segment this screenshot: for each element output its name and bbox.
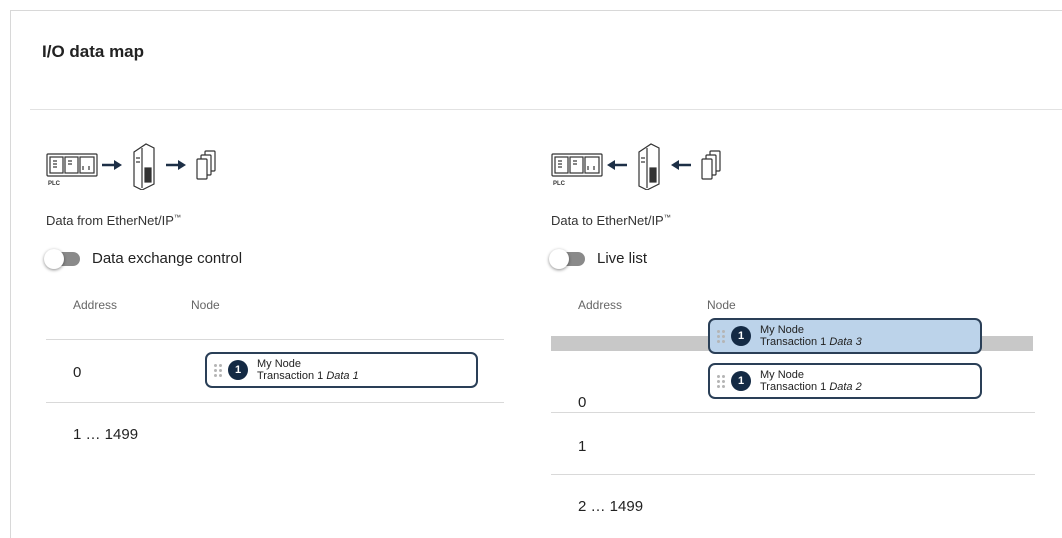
toggle-knob xyxy=(44,248,64,269)
dragging-node-chip[interactable]: 1 My Node Transaction 1 Data 3 xyxy=(708,318,982,354)
drag-handle-icon[interactable] xyxy=(717,329,725,343)
node-name: My Node xyxy=(760,324,805,336)
transaction-label: Transaction 1 xyxy=(760,336,827,348)
live-list-label: Live list xyxy=(597,250,648,267)
data-exchange-control-toggle[interactable] xyxy=(44,248,80,269)
io-data-map-panel xyxy=(10,10,1062,538)
node-badge: 1 xyxy=(228,360,248,380)
svg-text:PLC: PLC xyxy=(553,181,566,187)
node-badge: 1 xyxy=(731,326,751,346)
data-flow-from-diagram: PLC xyxy=(46,143,216,190)
drag-handle-icon[interactable] xyxy=(214,363,222,377)
arrow-icon xyxy=(671,160,691,170)
title-divider xyxy=(30,109,1062,110)
svg-text:PLC: PLC xyxy=(48,181,61,187)
address-cell: 1 xyxy=(578,438,587,455)
data-label: Data 1 xyxy=(326,370,359,382)
column-header-node: Node xyxy=(191,298,220,312)
data-stack-icon xyxy=(701,150,721,180)
node-transaction: Transaction 1 Data 3 xyxy=(760,336,862,348)
address-cell: 0 xyxy=(73,364,82,381)
transaction-label: Transaction 1 xyxy=(760,381,827,393)
column-header-address: Address xyxy=(73,298,118,312)
data-stack-icon xyxy=(196,150,216,180)
row-divider xyxy=(46,339,504,340)
drag-handle-icon[interactable] xyxy=(717,374,725,388)
data-exchange-control-label: Data exchange control xyxy=(92,250,243,267)
node-chip-text: My Node Transaction 1 Data 3 xyxy=(760,324,862,348)
row-divider xyxy=(46,402,504,403)
trademark: ™ xyxy=(173,214,181,222)
row-divider xyxy=(551,474,1035,475)
arrow-icon xyxy=(607,160,627,170)
toggle-knob xyxy=(549,248,569,269)
data-exchange-control-row: Data exchange control xyxy=(44,248,243,269)
caption-text: Data to EtherNet/IP xyxy=(551,213,664,228)
node-chip[interactable]: 1 My Node Transaction 1 Data 1 xyxy=(205,352,478,388)
column-header-address: Address xyxy=(578,298,623,312)
node-transaction: Transaction 1 Data 1 xyxy=(257,370,359,382)
data-label: Data 2 xyxy=(829,381,862,393)
coupler-icon xyxy=(638,143,660,190)
node-name: My Node xyxy=(257,358,302,370)
row-divider xyxy=(551,412,1035,413)
node-name: My Node xyxy=(760,369,805,381)
node-badge: 1 xyxy=(731,371,751,391)
address-cell: 0 xyxy=(578,394,587,411)
plc-icon: PLC xyxy=(551,153,603,187)
caption-text: Data from EtherNet/IP xyxy=(46,213,174,228)
data-label: Data 3 xyxy=(829,336,862,348)
transaction-label: Transaction 1 xyxy=(257,370,324,382)
data-from-caption: Data from EtherNet/IP™ xyxy=(46,213,181,228)
coupler-icon xyxy=(133,143,155,190)
live-list-toggle[interactable] xyxy=(549,248,585,269)
plc-icon: PLC xyxy=(46,153,98,187)
live-list-row: Live list xyxy=(549,248,648,269)
data-to-caption: Data to EtherNet/IP™ xyxy=(551,213,671,228)
node-chip[interactable]: 1 My Node Transaction 1 Data 2 xyxy=(708,363,982,399)
trademark: ™ xyxy=(663,214,671,222)
node-chip-text: My Node Transaction 1 Data 2 xyxy=(760,369,862,393)
address-cell: 1 … 1499 xyxy=(73,426,139,443)
node-chip-text: My Node Transaction 1 Data 1 xyxy=(257,358,359,382)
column-header-node: Node xyxy=(707,298,736,312)
node-transaction: Transaction 1 Data 2 xyxy=(760,381,862,393)
arrow-icon xyxy=(166,160,186,170)
arrow-icon xyxy=(102,160,122,170)
panel-title: I/O data map xyxy=(42,42,145,61)
address-cell: 2 … 1499 xyxy=(578,498,644,515)
data-flow-to-diagram: PLC xyxy=(551,143,721,190)
